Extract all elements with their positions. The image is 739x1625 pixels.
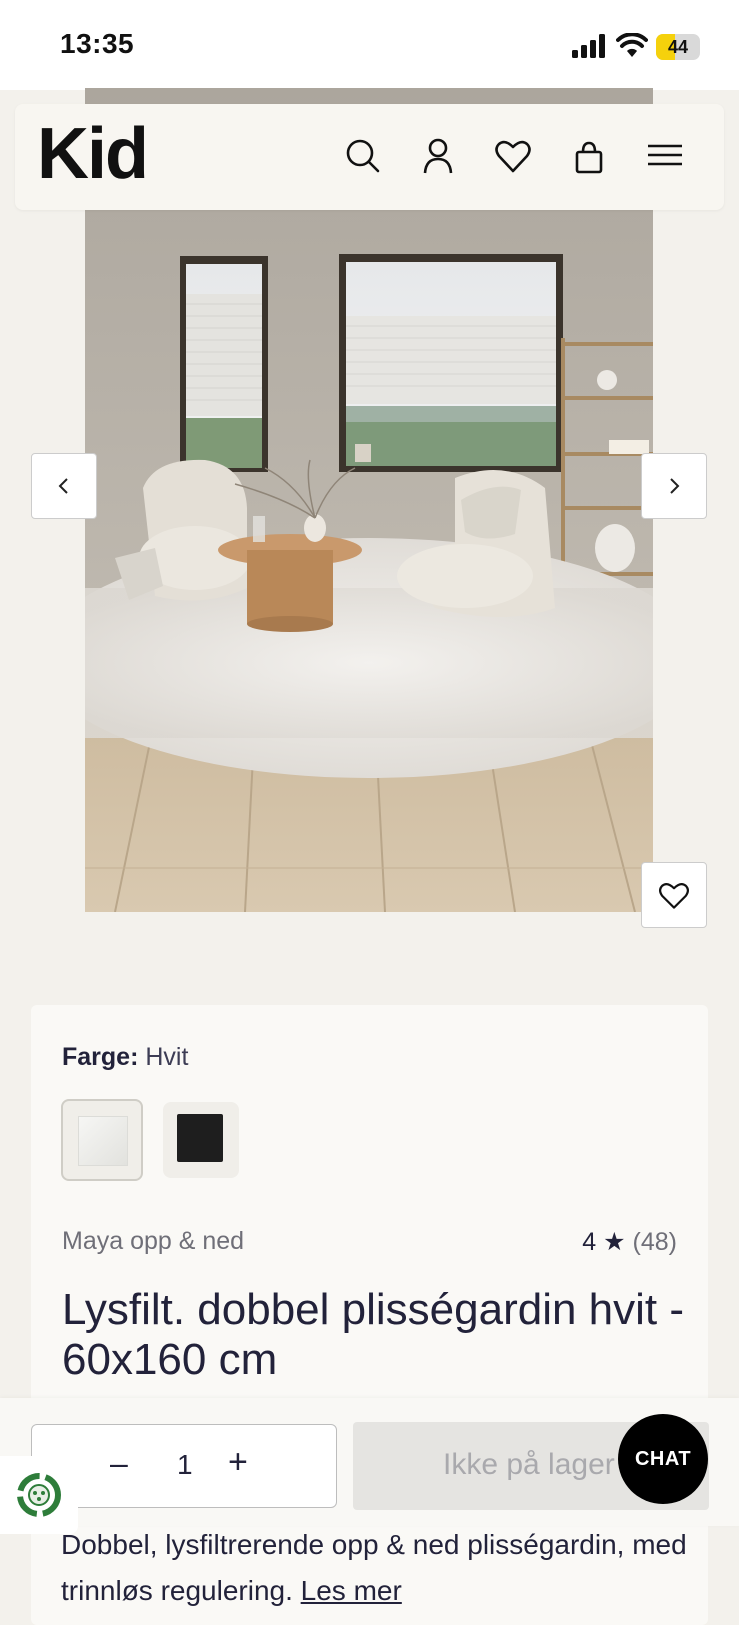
star-icon: ★ xyxy=(603,1228,626,1256)
product-description: Dobbel, lysfiltrerende opp & ned plisség… xyxy=(61,1522,701,1614)
gallery-next-button[interactable] xyxy=(641,453,707,519)
menu-icon[interactable] xyxy=(645,136,685,176)
swatch-black[interactable] xyxy=(163,1102,239,1178)
product-photo xyxy=(85,88,653,912)
read-more-link[interactable]: Les mer xyxy=(301,1575,402,1606)
recycle-icon xyxy=(17,1473,61,1517)
add-to-cart-label: Ikke på lager xyxy=(443,1448,615,1481)
chevron-left-icon xyxy=(58,478,68,494)
swatch-white-preview xyxy=(78,1116,128,1166)
quantity-increase-button[interactable]: + xyxy=(228,1443,248,1482)
bag-icon[interactable] xyxy=(569,136,609,176)
color-value: Hvit xyxy=(145,1043,189,1071)
product-title: Lysfilt. dobbel plisségardin hvit - 60x1… xyxy=(62,1285,685,1384)
eco-badge[interactable] xyxy=(0,1456,78,1534)
status-time: 13:35 xyxy=(60,28,135,59)
rating-value: 4 xyxy=(582,1228,597,1256)
wishlist-icon[interactable] xyxy=(493,136,533,176)
site-header: Kid xyxy=(15,104,724,210)
cellular-signal-icon xyxy=(572,34,605,58)
add-to-wishlist-button[interactable] xyxy=(641,862,707,928)
product-brand[interactable]: Maya opp & ned xyxy=(62,1227,244,1256)
search-icon[interactable] xyxy=(343,136,383,176)
account-icon[interactable] xyxy=(418,136,458,176)
color-label: Farge: xyxy=(62,1043,139,1071)
gallery-prev-button[interactable] xyxy=(31,453,97,519)
battery-icon: 44 xyxy=(656,34,700,60)
rating-count: (48) xyxy=(632,1228,677,1256)
wifi-icon xyxy=(616,33,648,57)
quantity-value[interactable]: 1 xyxy=(177,1449,193,1481)
quantity-decrease-button[interactable]: – xyxy=(110,1445,128,1482)
color-label-row: Farge: Hvit xyxy=(62,1043,188,1072)
swatch-white[interactable] xyxy=(61,1099,143,1181)
product-image[interactable] xyxy=(85,88,653,912)
product-rating[interactable]: 4 ★ (48) xyxy=(582,1227,677,1257)
chevron-right-icon xyxy=(670,478,680,494)
heart-icon xyxy=(659,883,689,909)
chat-button[interactable]: CHAT xyxy=(618,1414,708,1504)
swatch-black-preview xyxy=(177,1114,223,1162)
kid-logo[interactable]: Kid xyxy=(37,118,149,190)
battery-percent: 44 xyxy=(667,37,689,57)
status-bar: 13:35 44 xyxy=(0,0,739,90)
